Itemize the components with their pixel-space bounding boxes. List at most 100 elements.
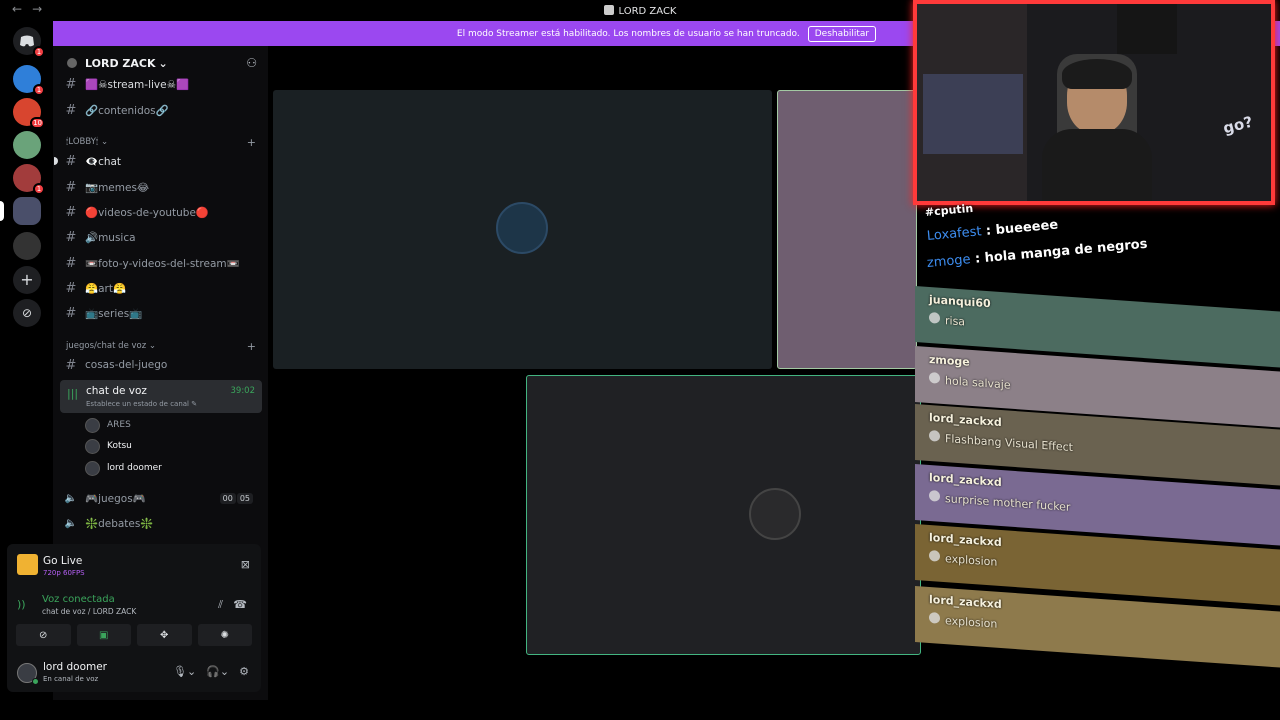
voice-connection-panel: )) Voz conectada chat de voz / LORD ZACK… bbox=[15, 592, 253, 620]
voice-tile-kotsu[interactable] bbox=[777, 90, 917, 369]
voice-user-name: Kotsu bbox=[107, 441, 132, 451]
chat-line: zmoge : hola manga de negros bbox=[926, 237, 1148, 271]
chat-separator: : bbox=[980, 223, 997, 240]
avatar bbox=[85, 460, 100, 476]
disable-streamer-button[interactable]: Deshabilitar bbox=[807, 25, 877, 42]
notification-badge: 1 bbox=[33, 183, 45, 195]
user-count: 00 05 bbox=[219, 492, 253, 504]
set-channel-status[interactable]: Establece un estado de canal ✎ bbox=[86, 400, 197, 408]
avatar bbox=[749, 488, 801, 540]
chat-badge-icon bbox=[929, 429, 940, 442]
add-channel-icon[interactable]: + bbox=[247, 136, 256, 149]
chat-username: zmoge bbox=[926, 252, 972, 271]
speaker-icon: 🔈 bbox=[64, 492, 78, 504]
channel-label: 🔗contenidos🔗 bbox=[85, 104, 169, 117]
voice-timer: 39:02 bbox=[230, 386, 256, 396]
add-server-icon[interactable]: + bbox=[13, 266, 41, 294]
channel-contenidos[interactable]: # 🔗contenidos🔗 bbox=[61, 99, 261, 121]
hash-icon: # bbox=[65, 153, 77, 169]
channel-label: 👁‍🗨chat bbox=[85, 155, 122, 168]
channel-foto-videos[interactable]: # 📼foto-y-videos-del-stream📼 bbox=[61, 252, 261, 274]
channel-memes[interactable]: # 📷memes😂 bbox=[61, 176, 261, 198]
microphone-icon[interactable]: 🎙⌄ bbox=[173, 665, 196, 678]
notification-badge: 10 bbox=[30, 117, 45, 129]
category-juegos[interactable]: juegos/chat de voz ⌄ + bbox=[66, 340, 256, 353]
hash-icon: # bbox=[65, 280, 77, 296]
hash-icon: # bbox=[65, 229, 77, 245]
hash-icon: # bbox=[65, 255, 77, 271]
voice-user-kotsu[interactable]: Kotsu bbox=[85, 437, 132, 455]
noise-suppression-icon[interactable]: ⫽ bbox=[218, 598, 223, 612]
channel-label: 📼foto-y-videos-del-stream📼 bbox=[85, 257, 240, 270]
server-icon-3[interactable]: 10 bbox=[13, 98, 45, 129]
server-icon-2[interactable]: 1 bbox=[13, 65, 45, 96]
notification-badge: 1 bbox=[33, 84, 45, 96]
voice-tile-ares[interactable] bbox=[273, 90, 772, 369]
voice-user-lord-doomer[interactable]: lord doomer bbox=[85, 459, 162, 477]
screen-share-button[interactable]: ▣ bbox=[76, 624, 131, 646]
invite-people-icon[interactable]: ⚇ bbox=[246, 56, 257, 70]
server-icon-lord-zack[interactable] bbox=[0, 197, 41, 225]
channel-series[interactable]: # 📺series📺 bbox=[61, 302, 261, 324]
voice-connected-label: Voz conectada bbox=[42, 594, 115, 605]
gear-icon[interactable]: ⚙ bbox=[239, 665, 249, 678]
channel-label: 🟪☠stream-live☠🟪 bbox=[85, 78, 190, 91]
user-count-current: 00 bbox=[219, 492, 236, 504]
voice-channel-juegos[interactable]: 🔈 🎮juegos🎮 00 05 bbox=[61, 487, 261, 509]
soundboard-button[interactable]: ✺ bbox=[197, 624, 252, 646]
channel-art[interactable]: # 😤art😤 bbox=[61, 277, 261, 299]
card-message: explosion bbox=[945, 614, 998, 631]
channel-chat[interactable]: # 👁‍🗨chat bbox=[54, 150, 261, 172]
voice-actions: ⊘ ▣ ✥ ✺ bbox=[16, 624, 252, 646]
chat-badge-icon bbox=[929, 311, 940, 324]
add-channel-icon[interactable]: + bbox=[247, 340, 256, 353]
voice-user-ares[interactable]: ARES bbox=[85, 416, 131, 434]
home-discord-icon[interactable]: 1 bbox=[13, 27, 45, 58]
discover-icon[interactable]: ⊘ bbox=[13, 299, 41, 327]
go-live-panel[interactable]: Go Live 720p 60FPS ⊠ bbox=[15, 552, 253, 582]
speaker-icon: 🔈 bbox=[64, 517, 78, 529]
avatar bbox=[496, 202, 548, 254]
server-icon-5[interactable]: 1 bbox=[13, 164, 45, 195]
channel-cosas-del-juego[interactable]: # cosas-del-juego bbox=[61, 354, 261, 376]
voice-channel-chat-de-voz[interactable]: ||| chat de voz Establece un estado de c… bbox=[60, 380, 262, 413]
server-icon-4[interactable] bbox=[13, 131, 41, 159]
card-username: juanqui60 bbox=[929, 292, 991, 311]
webcam-person-body bbox=[1042, 129, 1152, 201]
webcam-bed bbox=[923, 74, 1023, 154]
channel-videos-de-youtube[interactable]: # 🔴videos-de-youtube🔴 bbox=[61, 201, 261, 223]
category-label: 🕯LOBBY🕯 ⌄ bbox=[66, 137, 109, 147]
chat-badge-icon bbox=[929, 549, 940, 562]
channel-stream-live[interactable]: # 🟪☠stream-live☠🟪 bbox=[61, 73, 261, 95]
channel-label: ❇️debates❇️ bbox=[85, 517, 154, 530]
signal-icon: )) bbox=[17, 598, 26, 611]
voice-tile-lord-doomer[interactable] bbox=[526, 375, 921, 655]
chat-badge-icon bbox=[929, 611, 940, 624]
voice-connected-channel[interactable]: chat de voz / LORD ZACK bbox=[42, 607, 136, 616]
camera-off-button[interactable]: ⊘ bbox=[16, 624, 71, 646]
channel-label: 📷memes😂 bbox=[85, 181, 150, 194]
headphones-icon[interactable]: 🎧⌄ bbox=[206, 665, 229, 678]
chat-text: hola manga de negros bbox=[984, 236, 1149, 266]
channel-label: 🔴videos-de-youtube🔴 bbox=[85, 206, 210, 219]
card-message: surprise mother fucker bbox=[945, 492, 1071, 514]
voice-channel-debates[interactable]: 🔈 ❇️debates❇️ bbox=[61, 512, 261, 534]
current-user-status: En canal de voz bbox=[43, 675, 99, 683]
avatar bbox=[85, 417, 100, 433]
activities-button[interactable]: ✥ bbox=[137, 624, 192, 646]
hash-icon: # bbox=[65, 305, 77, 321]
user-count-limit: 05 bbox=[236, 492, 253, 504]
stop-stream-icon[interactable]: ⊠ bbox=[241, 558, 250, 571]
category-label: juegos/chat de voz ⌄ bbox=[66, 341, 157, 351]
webcam-overlay-text: go? bbox=[1221, 112, 1255, 138]
card-username: lord_zackxd bbox=[929, 592, 1002, 612]
channel-musica[interactable]: # 🔊musica bbox=[61, 226, 261, 248]
notification-badge: 1 bbox=[33, 46, 45, 58]
category-lobby[interactable]: 🕯LOBBY🕯 ⌄ + bbox=[66, 136, 256, 149]
disconnect-icon[interactable]: ☎ bbox=[233, 598, 247, 611]
server-icon-7[interactable] bbox=[13, 232, 41, 260]
chat-badge-icon bbox=[929, 371, 940, 384]
hash-icon: # bbox=[65, 102, 77, 118]
webcam-person-hair bbox=[1062, 59, 1132, 89]
card-username: lord_zackxd bbox=[929, 470, 1002, 490]
